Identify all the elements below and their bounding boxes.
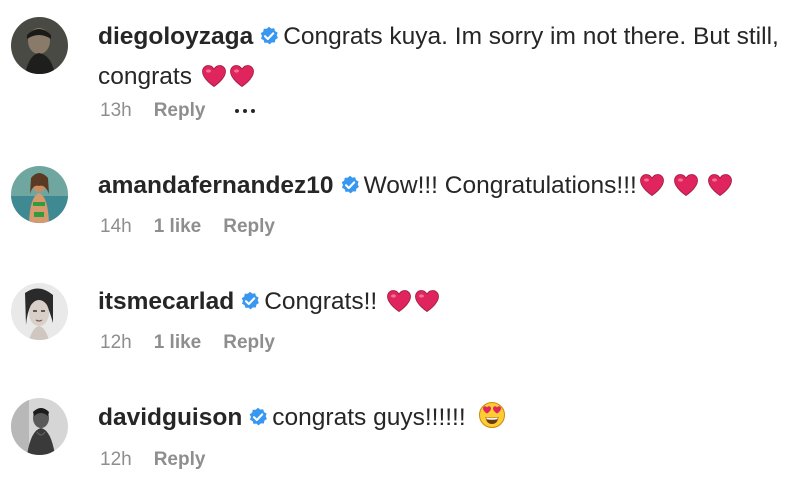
avatar[interactable] [11, 17, 68, 74]
reply-button[interactable]: Reply [223, 216, 275, 238]
comment-timestamp: 13h [100, 100, 132, 121]
reply-button[interactable]: Reply [223, 332, 275, 354]
comment-username[interactable]: itsmecarlad [98, 288, 234, 315]
verified-badge-icon [340, 169, 360, 207]
red-heart-emoji-icon [201, 62, 227, 100]
comment-text: Wow!!! Congratulations!!! [363, 172, 637, 199]
red-heart-emoji-icon [229, 62, 255, 100]
red-heart-emoji-icon [707, 171, 733, 209]
red-heart-emoji-icon [386, 287, 412, 325]
comment-username[interactable]: davidguison [98, 404, 242, 431]
red-heart-emoji-icon [673, 171, 699, 209]
reply-button[interactable]: Reply [154, 449, 206, 471]
heart-eyes-emoji-icon [478, 401, 506, 441]
like-count[interactable]: 1 like [154, 332, 202, 354]
comment-username[interactable]: amandafernandez10 [98, 172, 334, 199]
more-options-icon[interactable] [235, 105, 256, 117]
comment-timestamp: 12h [100, 449, 132, 470]
verified-badge-icon [248, 401, 268, 439]
avatar[interactable] [11, 398, 68, 455]
reply-button[interactable]: Reply [154, 100, 206, 122]
verified-badge-icon [259, 20, 279, 58]
avatar[interactable] [11, 283, 68, 340]
red-heart-emoji-icon [414, 287, 440, 325]
comment-timestamp: 14h [100, 216, 132, 237]
avatar[interactable] [11, 166, 68, 223]
comment-timestamp: 12h [100, 332, 132, 353]
comment-text: Congrats!! [264, 288, 378, 315]
comment-username[interactable]: diegoloyzaga [98, 23, 253, 50]
comment-text: congrats guys!!!!!! [272, 404, 466, 431]
like-count[interactable]: 1 like [154, 216, 202, 238]
red-heart-emoji-icon [639, 171, 665, 209]
verified-badge-icon [240, 285, 260, 323]
